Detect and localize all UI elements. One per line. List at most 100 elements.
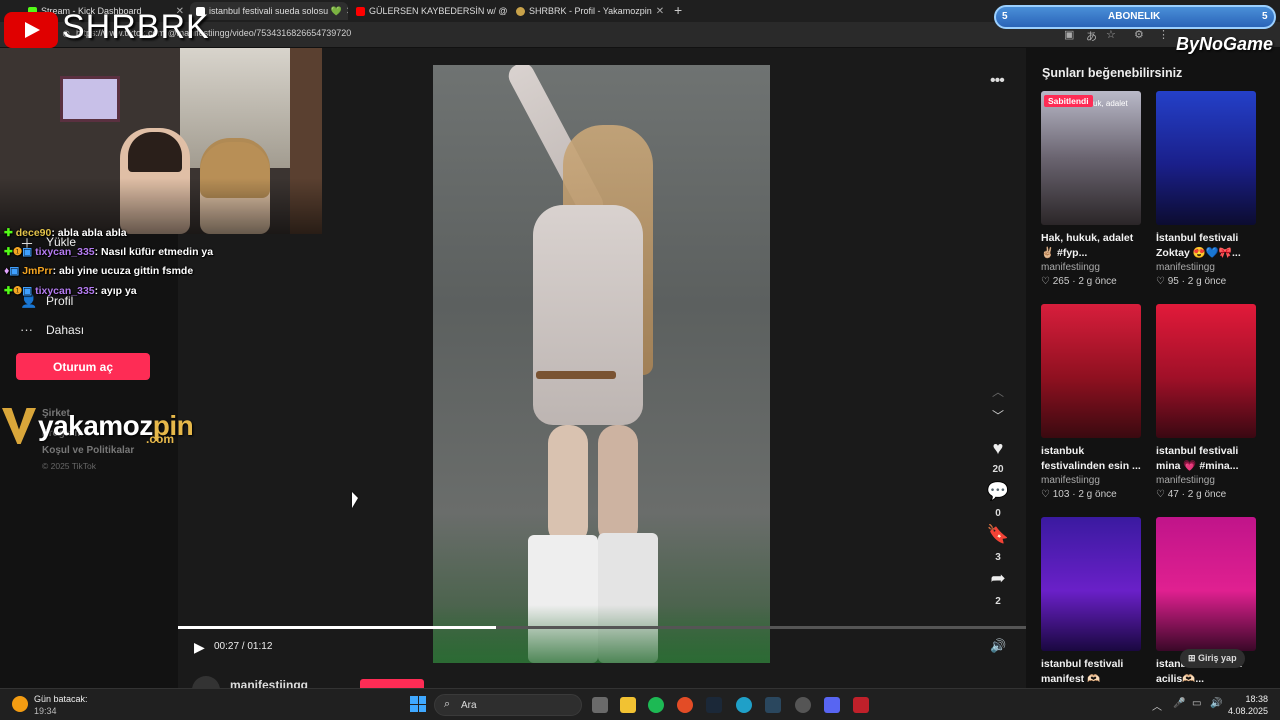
play-icon[interactable]: ▶ xyxy=(194,639,205,656)
comment-icon[interactable]: 💬 xyxy=(985,481,1011,502)
webcam-overlay xyxy=(0,48,322,234)
file-explorer-icon[interactable] xyxy=(620,697,636,713)
opera-icon[interactable] xyxy=(677,697,693,713)
steam-icon[interactable] xyxy=(706,697,722,713)
follow-button[interactable] xyxy=(360,679,424,688)
card-stats: ♡ 265 · 2 g önce xyxy=(1041,276,1117,287)
heart-outline-icon: ♡ xyxy=(1041,276,1053,287)
bookmark-star-icon[interactable]: ☆ xyxy=(1106,28,1116,41)
microphone-icon[interactable]: 🎤 xyxy=(1173,698,1185,709)
youtube-icon xyxy=(356,6,365,16)
video-thumbnail[interactable] xyxy=(1156,304,1256,438)
video-thumbnail[interactable] xyxy=(1156,91,1256,225)
card-title[interactable]: Hak, hukuk, adalet ✌🏼 #fyp... xyxy=(1041,231,1141,261)
performer-belt xyxy=(536,371,616,379)
discord-icon[interactable] xyxy=(824,697,840,713)
login-chip[interactable]: ⊞ Giriş yap xyxy=(1180,649,1245,668)
more-icon: ··· xyxy=(20,322,33,337)
spotify-icon[interactable] xyxy=(648,697,664,713)
close-icon[interactable]: ✕ xyxy=(346,6,348,17)
share-icon[interactable]: ➦ xyxy=(985,568,1011,589)
card-stats: ♡ 103 · 2 g önce xyxy=(1041,489,1117,500)
video-player[interactable] xyxy=(433,65,770,663)
footer-terms[interactable]: Koşul ve Politikalar xyxy=(42,445,134,456)
task-view-icon[interactable] xyxy=(592,697,608,713)
search-box[interactable]: ⌕ Ara xyxy=(434,694,582,716)
time-display: 00:27 / 01:12 xyxy=(214,641,273,652)
chat-user: dece90 xyxy=(15,227,52,239)
video-card[interactable]: Sabitlendi uk, adalet Hak, hukuk, adalet… xyxy=(1041,91,1141,287)
footer-copyright: © 2025 TikTok xyxy=(42,461,96,471)
card-author[interactable]: manifestiingg xyxy=(1156,262,1256,273)
card-age: 2 g önce xyxy=(1078,489,1117,500)
sub-goal-label: ABONELIK xyxy=(1108,11,1161,22)
next-video-icon[interactable]: ﹀ xyxy=(992,407,1004,424)
menu-icon[interactable]: ⋮ xyxy=(1158,28,1169,41)
sponsor-logo: ByNoGame xyxy=(1176,34,1274,54)
card-title[interactable]: istanbul festivali mina 💗 #mina... xyxy=(1156,444,1256,474)
install-icon[interactable]: ▣ xyxy=(1064,28,1074,41)
streamer-hair xyxy=(128,132,182,172)
play-triangle-icon xyxy=(25,22,40,38)
chevron-up-icon[interactable]: ︿ xyxy=(1152,698,1162,713)
like-count: 20 xyxy=(992,464,1004,475)
card-author[interactable]: manifestiingg xyxy=(1041,475,1141,486)
weather-icon[interactable] xyxy=(12,696,28,712)
card-likes: 47 xyxy=(1167,489,1179,500)
performer-leg xyxy=(598,425,638,545)
translate-icon[interactable]: あ xyxy=(1086,28,1097,44)
video-thumbnail[interactable]: Sabitlendi uk, adalet xyxy=(1041,91,1141,225)
volume-icon[interactable]: 🔊 xyxy=(990,638,1006,654)
close-icon[interactable]: ✕ xyxy=(656,6,664,17)
new-tab-icon[interactable]: + xyxy=(674,2,682,18)
card-title[interactable]: istanbuk festivalinden esin ... xyxy=(1041,444,1141,474)
tab-label: SHRBRK - Profil - Yakamozpin xyxy=(529,6,652,16)
video-card[interactable]: İstanbul festivali Zoktay 😍💙🎀... manifes… xyxy=(1156,91,1256,287)
clock-date[interactable]: 4.08.2025 xyxy=(1218,706,1268,716)
card-author[interactable]: manifestiingg xyxy=(1156,475,1256,486)
video-thumbnail[interactable] xyxy=(1041,304,1141,438)
extensions-icon[interactable]: ⚙ xyxy=(1134,28,1144,41)
obs-icon[interactable] xyxy=(795,697,811,713)
previous-video-icon[interactable]: ︿ xyxy=(992,383,1004,400)
comment-count: 0 xyxy=(995,508,1001,519)
card-title[interactable]: İstanbul festivali Zoktay 😍💙🎀... xyxy=(1156,231,1256,261)
video-thumbnail[interactable] xyxy=(1041,517,1141,651)
windows-taskbar: Gün batacak: 19:34 ⌕ Ara ︿ 🎤 ▭ 🔊 18:38 4… xyxy=(0,688,1280,720)
search-placeholder: Ara xyxy=(461,700,477,711)
nav-item-more[interactable]: Dahası xyxy=(46,323,84,337)
chat-message: ♦▣ JmPrr: abi yine ucuza gittin fsmde xyxy=(4,265,194,277)
weather-title[interactable]: Gün batacak: xyxy=(34,694,88,704)
clock-time[interactable]: 18:38 xyxy=(1236,694,1268,704)
search-icon: ⌕ xyxy=(444,698,451,710)
card-title[interactable]: istanbul festivali manifest 🫶🏻 #lidya... xyxy=(1041,657,1141,687)
more-options-icon[interactable]: ••• xyxy=(990,72,1005,90)
chat-user: JmPrr xyxy=(22,265,53,277)
card-age: 2 g önce xyxy=(1078,276,1117,287)
chat-text: : ayıp ya xyxy=(94,285,137,297)
steam-alt-icon[interactable] xyxy=(765,697,781,713)
sponsor-domain: .com xyxy=(146,432,175,446)
login-button[interactable]: Oturum aç xyxy=(16,353,150,380)
edge-icon[interactable] xyxy=(736,697,752,713)
chat-user: tixycan_335 xyxy=(35,285,95,297)
wall-poster xyxy=(60,76,120,122)
chat-message: ✚❶▣ tixycan_335: Nasıl küfür etmedin ya xyxy=(4,246,214,258)
card-age: 2 g önce xyxy=(1187,276,1227,287)
share-count: 2 xyxy=(995,596,1001,607)
tab-tiktok[interactable]: istanbul festivali sueda solosu 💚 ✕ xyxy=(190,2,348,20)
video-card[interactable]: istanbul festivali mina 💗 #mina... manif… xyxy=(1156,304,1256,500)
bookmark-icon[interactable]: 🔖 xyxy=(985,524,1011,545)
card-author[interactable]: manifestiingg xyxy=(1041,262,1141,273)
tab-yakamozpin[interactable]: SHRBRK - Profil - Yakamozpin ✕ xyxy=(510,2,668,20)
kick-studio-icon[interactable] xyxy=(853,697,869,713)
video-card[interactable]: istanbul festivali manifest 🫶🏻 #lidya... xyxy=(1041,517,1141,687)
network-icon[interactable]: ▭ xyxy=(1192,698,1201,709)
tab-youtube[interactable]: GÜLERSEN KAYBEDERSİN w/ @H ✕ xyxy=(350,2,508,20)
yakamozpin-icon xyxy=(516,6,525,16)
video-thumbnail[interactable] xyxy=(1156,517,1256,651)
video-card[interactable]: istanbuk festivalinden esin ... manifest… xyxy=(1041,304,1141,500)
heart-outline-icon: ♡ xyxy=(1156,276,1168,287)
heart-icon[interactable]: ♥ xyxy=(985,438,1011,459)
windows-start-icon[interactable] xyxy=(410,696,426,712)
